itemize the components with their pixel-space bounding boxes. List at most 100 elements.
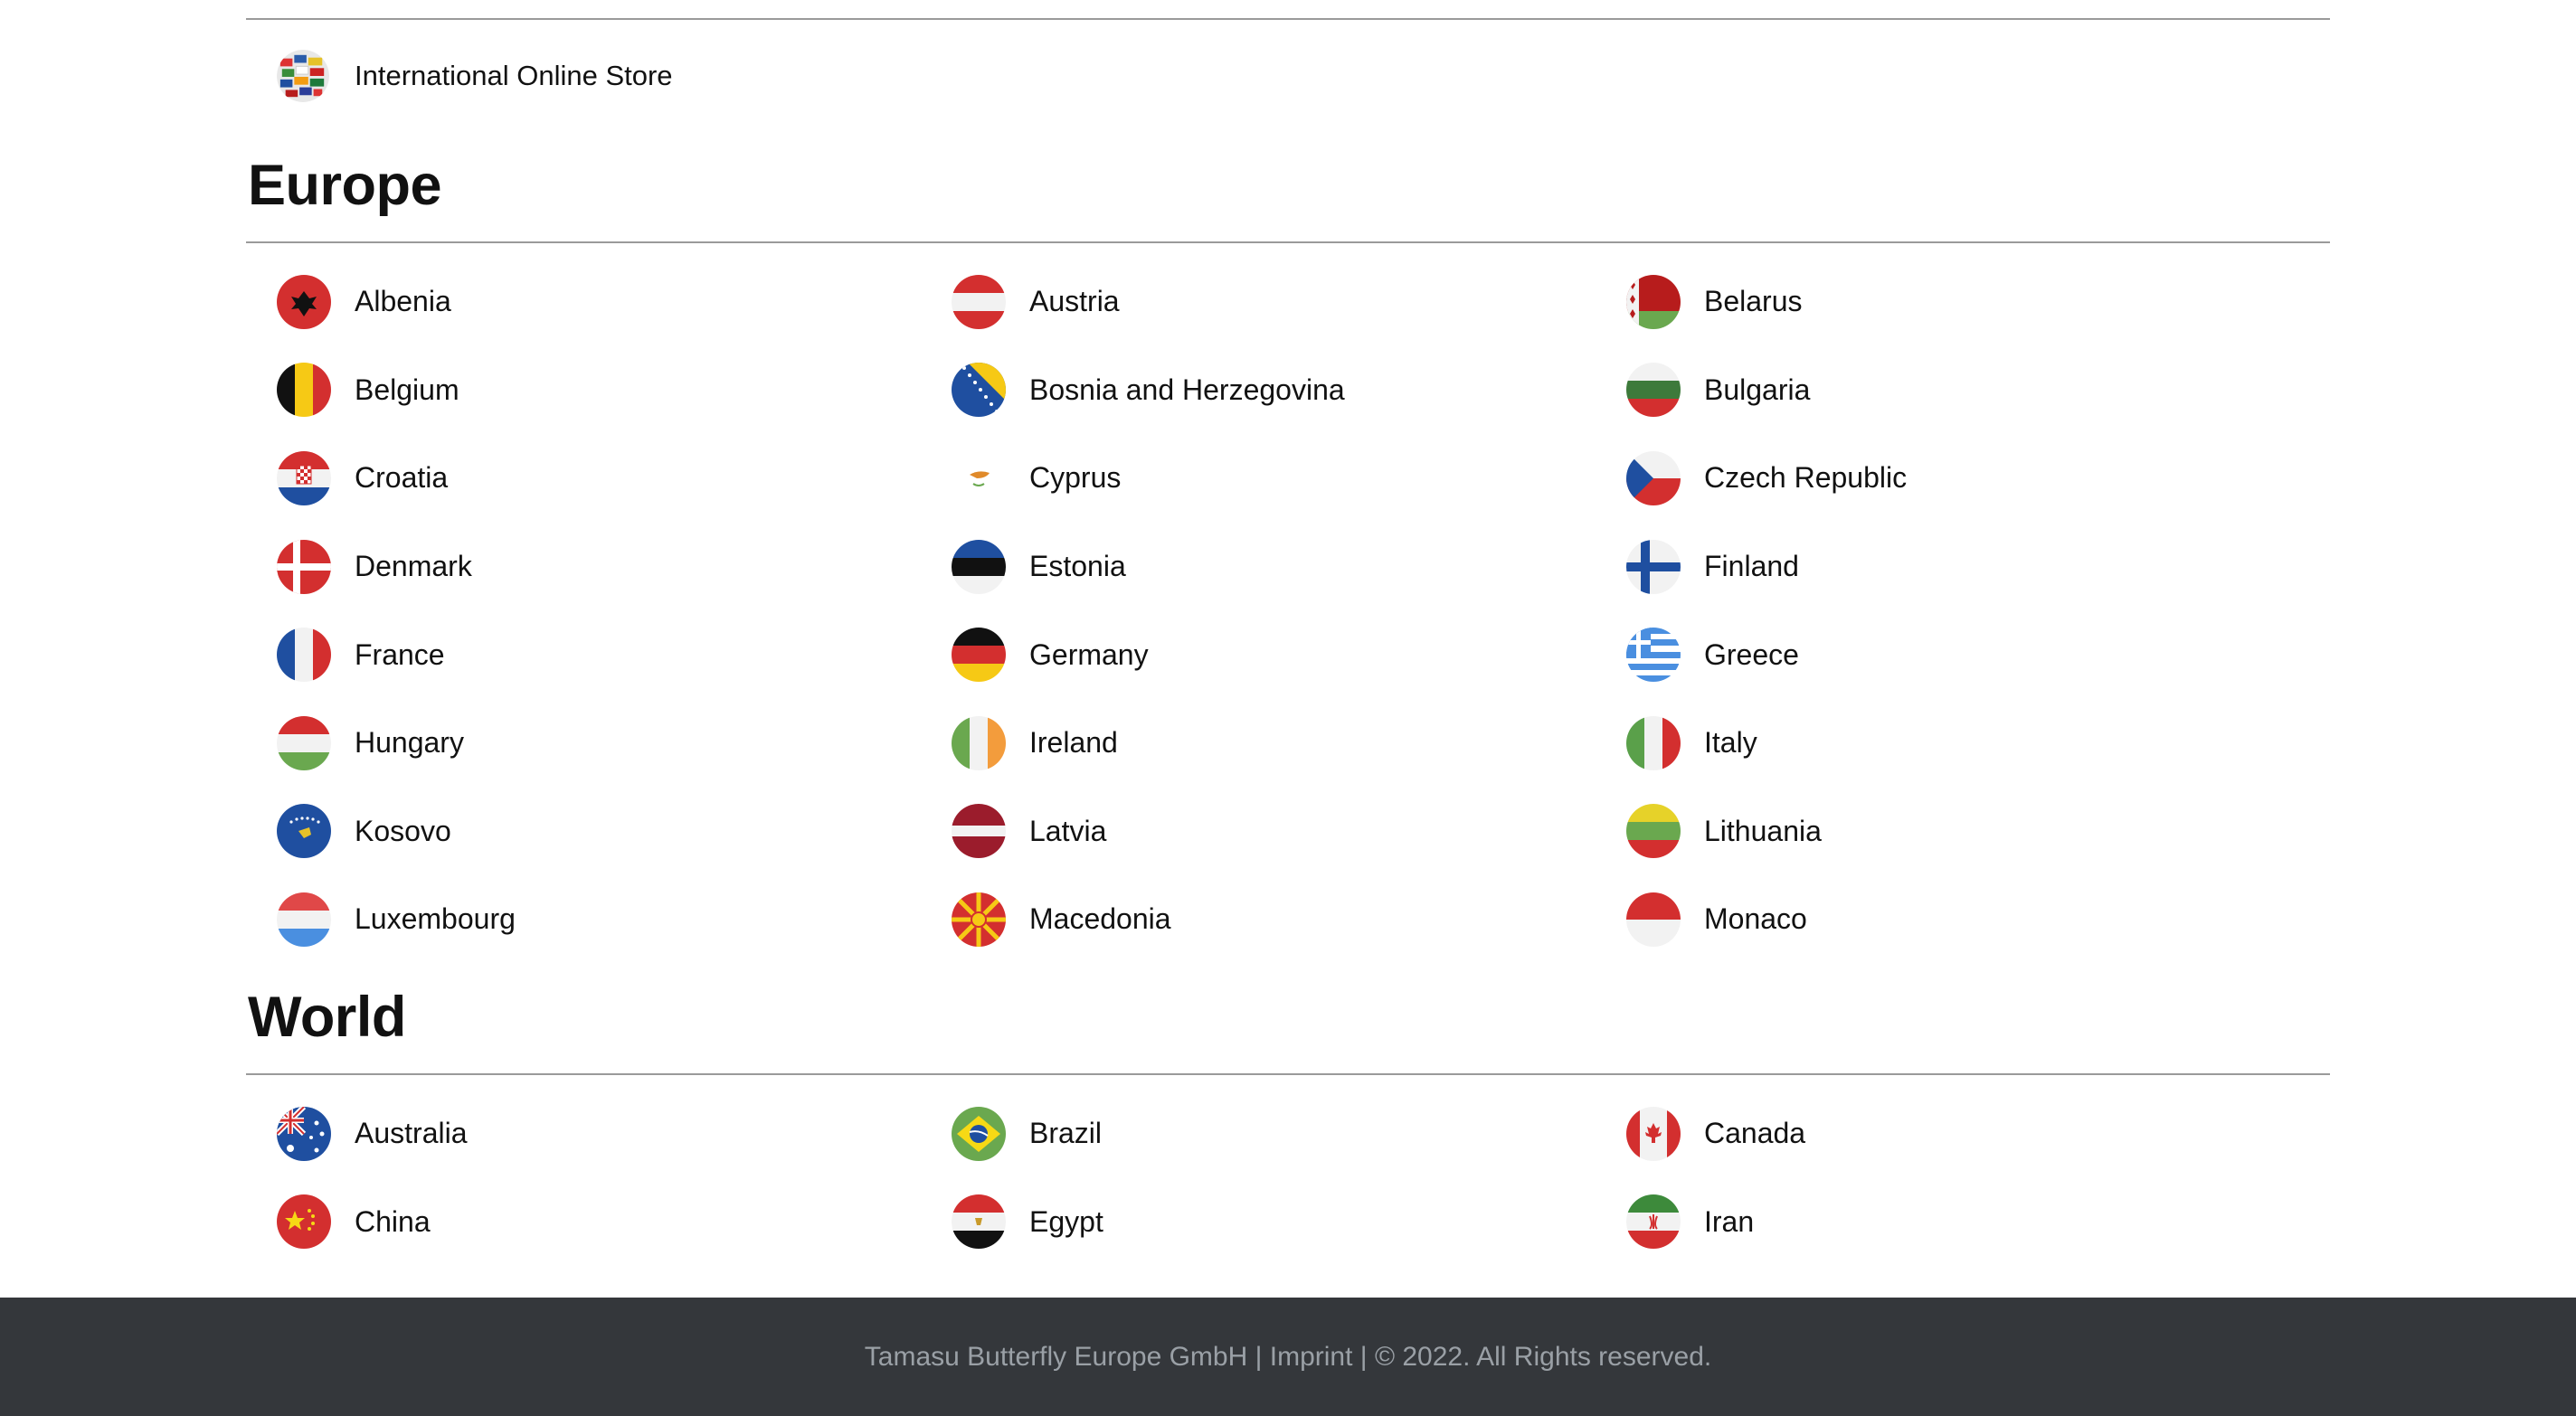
greece-flag-icon — [1626, 628, 1681, 683]
austria-flag-icon — [952, 274, 1006, 329]
country-name: Hungary — [355, 726, 464, 760]
country-name: Croatia — [355, 461, 449, 495]
estonia-flag-icon — [952, 539, 1006, 594]
europe-heading: Europe — [248, 154, 442, 217]
country-name: France — [355, 637, 445, 671]
country-name: Greece — [1704, 637, 1799, 671]
hungary-flag-icon — [277, 715, 331, 770]
world-heading: World — [248, 985, 406, 1049]
country-name: Germany — [1029, 637, 1149, 671]
country-name: Italy — [1704, 726, 1757, 760]
country-name: Kosovo — [355, 814, 451, 847]
france-flag-icon — [277, 628, 331, 683]
country-link-croatia[interactable]: Croatia — [277, 434, 952, 523]
country-link-hungary[interactable]: Hungary — [277, 699, 952, 788]
international-store-link[interactable]: International Online Store — [246, 20, 2330, 132]
country-name: Estonia — [1029, 550, 1126, 583]
country-name: Egypt — [1029, 1204, 1103, 1238]
country-link-monaco[interactable]: Monaco — [1626, 875, 2301, 964]
page-content: International Online Store Europe Albeni… — [246, 0, 2330, 1266]
italy-flag-icon — [1626, 715, 1681, 770]
country-link-denmark[interactable]: Denmark — [277, 523, 952, 611]
country-link-china[interactable]: China — [277, 1177, 952, 1266]
canada-flag-icon — [1626, 1106, 1681, 1161]
country-name: Belarus — [1704, 285, 1803, 318]
country-link-brazil[interactable]: Brazil — [952, 1090, 1626, 1178]
country-link-iran[interactable]: Iran — [1626, 1177, 2301, 1266]
country-name: Denmark — [355, 550, 472, 583]
world-country-list: Australia Brazil Canada China Egypt Iran — [246, 1075, 2330, 1266]
finland-flag-icon — [1626, 539, 1681, 594]
europe-country-list: Albenia Austria Belarus Belgium Bosnia a… — [246, 243, 2330, 964]
international-store-label: International Online Store — [355, 60, 673, 91]
albania-flag-icon — [277, 274, 331, 329]
country-link-lithuania[interactable]: Lithuania — [1626, 788, 2301, 876]
footer-text: Tamasu Butterfly Europe GmbH | Imprint |… — [865, 1342, 1711, 1373]
belarus-flag-icon — [1626, 274, 1681, 329]
country-name: Belgium — [355, 373, 459, 406]
china-flag-icon — [277, 1194, 331, 1250]
country-name: Cyprus — [1029, 461, 1122, 495]
country-name: Albenia — [355, 285, 451, 318]
footer-separator: | — [1255, 1341, 1263, 1372]
country-name: Bosnia and Herzegovina — [1029, 373, 1345, 406]
country-link-greece[interactable]: Greece — [1626, 610, 2301, 699]
country-name: Iran — [1704, 1204, 1755, 1238]
globe-flags-icon — [277, 50, 329, 102]
country-link-latvia[interactable]: Latvia — [952, 788, 1626, 876]
imprint-link[interactable]: Imprint — [1270, 1342, 1353, 1372]
country-link-bosnia-and-herzegovina[interactable]: Bosnia and Herzegovina — [952, 346, 1626, 435]
country-link-germany[interactable]: Germany — [952, 610, 1626, 699]
country-name: Macedonia — [1029, 902, 1171, 936]
footer-company: Tamasu Butterfly Europe GmbH — [864, 1341, 1248, 1372]
footer-separator: | — [1359, 1341, 1368, 1372]
country-link-macedonia[interactable]: Macedonia — [952, 875, 1626, 964]
country-link-egypt[interactable]: Egypt — [952, 1177, 1626, 1266]
germany-flag-icon — [952, 628, 1006, 683]
country-link-france[interactable]: France — [277, 610, 952, 699]
country-link-belarus[interactable]: Belarus — [1626, 258, 2301, 346]
country-name: Finland — [1704, 550, 1799, 583]
bulgaria-flag-icon — [1626, 363, 1681, 418]
country-name: Lithuania — [1704, 814, 1822, 847]
country-link-italy[interactable]: Italy — [1626, 699, 2301, 788]
country-link-canada[interactable]: Canada — [1626, 1090, 2301, 1178]
country-name: Czech Republic — [1704, 461, 1908, 495]
monaco-flag-icon — [1626, 892, 1681, 947]
country-link-ireland[interactable]: Ireland — [952, 699, 1626, 788]
country-name: Brazil — [1029, 1117, 1103, 1150]
country-name: Luxembourg — [355, 902, 516, 936]
country-name: China — [355, 1204, 431, 1238]
ireland-flag-icon — [952, 715, 1006, 770]
country-link-czech-republic[interactable]: Czech Republic — [1626, 434, 2301, 523]
australia-flag-icon — [277, 1106, 331, 1161]
country-name: Monaco — [1704, 902, 1807, 936]
belgium-flag-icon — [277, 363, 331, 418]
egypt-flag-icon — [952, 1194, 1006, 1250]
czech-flag-icon — [1626, 450, 1681, 505]
kosovo-flag-icon — [277, 804, 331, 859]
footer-copyright: © 2022. All Rights reserved. — [1374, 1341, 1712, 1372]
country-link-austria[interactable]: Austria — [952, 258, 1626, 346]
denmark-flag-icon — [277, 539, 331, 594]
country-link-australia[interactable]: Australia — [277, 1090, 952, 1178]
bosnia-flag-icon — [952, 363, 1006, 418]
country-link-kosovo[interactable]: Kosovo — [277, 788, 952, 876]
croatia-flag-icon — [277, 450, 331, 505]
country-link-finland[interactable]: Finland — [1626, 523, 2301, 611]
iran-flag-icon — [1626, 1194, 1681, 1250]
footer: Tamasu Butterfly Europe GmbH | Imprint |… — [0, 1298, 2576, 1416]
country-link-luxembourg[interactable]: Luxembourg — [277, 875, 952, 964]
country-link-belgium[interactable]: Belgium — [277, 346, 952, 435]
macedonia-flag-icon — [952, 892, 1006, 947]
cyprus-flag-icon — [952, 450, 1006, 505]
latvia-flag-icon — [952, 804, 1006, 859]
country-link-estonia[interactable]: Estonia — [952, 523, 1626, 611]
lithuania-flag-icon — [1626, 804, 1681, 859]
country-name: Austria — [1029, 285, 1120, 318]
country-link-bulgaria[interactable]: Bulgaria — [1626, 346, 2301, 435]
country-link-cyprus[interactable]: Cyprus — [952, 434, 1626, 523]
country-name: Canada — [1704, 1117, 1806, 1150]
country-link-albenia[interactable]: Albenia — [277, 258, 952, 346]
country-name: Latvia — [1029, 814, 1107, 847]
